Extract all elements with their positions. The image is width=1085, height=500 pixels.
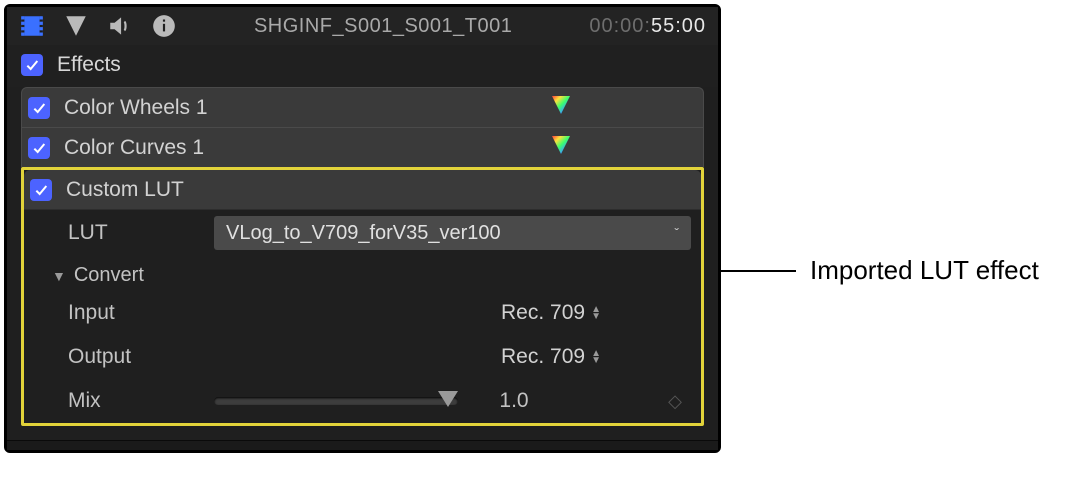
- lut-dropdown[interactable]: VLog_to_V709_forV35_ver100 ˇ: [214, 216, 691, 250]
- disclosure-triangle-icon: ▼: [52, 268, 66, 284]
- color-preset-icon[interactable]: [549, 94, 573, 122]
- callout-leader-line: [721, 270, 796, 272]
- keyframe-icon[interactable]: ◇: [663, 391, 687, 412]
- effect-custom-lut-group: Custom LUT LUT VLog_to_V709_forV35_ver10…: [21, 167, 704, 426]
- input-popup[interactable]: Rec. 709 ▲▼: [501, 301, 601, 325]
- inspector-topbar: SHGINF_S001_S001_T001 00:00:55:00: [7, 7, 718, 45]
- effect-checkbox[interactable]: [30, 179, 52, 201]
- effect-checkbox[interactable]: [28, 97, 50, 119]
- video-tab-icon[interactable]: [19, 13, 45, 39]
- param-label: Output: [68, 345, 198, 369]
- effect-row-custom-lut[interactable]: Custom LUT: [24, 170, 701, 210]
- callout-text: Imported LUT effect: [810, 255, 1039, 286]
- effect-label: Custom LUT: [66, 178, 691, 202]
- param-label: Input: [68, 301, 198, 325]
- convert-label: Convert: [74, 264, 144, 287]
- chevron-down-icon: ˇ: [674, 225, 679, 241]
- param-row-lut: LUT VLog_to_V709_forV35_ver100 ˇ: [24, 210, 701, 256]
- lut-dropdown-value: VLog_to_V709_forV35_ver100: [226, 222, 501, 245]
- clip-name: SHGINF_S001_S001_T001: [254, 15, 512, 38]
- mix-slider[interactable]: [214, 397, 458, 405]
- param-label: Mix: [68, 389, 198, 413]
- effect-label: Color Curves 1: [64, 136, 535, 160]
- param-row-output: Output Rec. 709 ▲▼: [24, 335, 701, 379]
- param-label: LUT: [68, 221, 198, 245]
- effect-checkbox[interactable]: [28, 137, 50, 159]
- timecode: 00:00:55:00: [589, 15, 706, 38]
- convert-disclosure[interactable]: ▼ Convert: [24, 256, 701, 291]
- effect-row-color-curves[interactable]: Color Curves 1: [21, 127, 704, 167]
- inspector-panel: SHGINF_S001_S001_T001 00:00:55:00 Effect…: [4, 4, 721, 453]
- panel-footer: [7, 440, 718, 450]
- effect-row-color-wheels[interactable]: Color Wheels 1: [21, 87, 704, 127]
- stepper-icon: ▲▼: [591, 350, 601, 364]
- param-row-mix: Mix 1.0 ◇: [24, 379, 701, 423]
- effects-title: Effects: [57, 53, 121, 77]
- param-row-input: Input Rec. 709 ▲▼: [24, 291, 701, 335]
- color-preset-icon[interactable]: [549, 134, 573, 162]
- stepper-icon: ▲▼: [591, 306, 601, 320]
- effects-master-checkbox[interactable]: [21, 54, 43, 76]
- info-tab-icon[interactable]: [151, 13, 177, 39]
- audio-tab-icon[interactable]: [107, 13, 133, 39]
- color-tab-icon[interactable]: [63, 13, 89, 39]
- output-popup[interactable]: Rec. 709 ▲▼: [501, 345, 601, 369]
- annotation-callout: Imported LUT effect: [721, 255, 1039, 286]
- effects-section-header: Effects: [7, 45, 718, 87]
- effect-label: Color Wheels 1: [64, 96, 535, 120]
- mix-value[interactable]: 1.0: [474, 389, 554, 413]
